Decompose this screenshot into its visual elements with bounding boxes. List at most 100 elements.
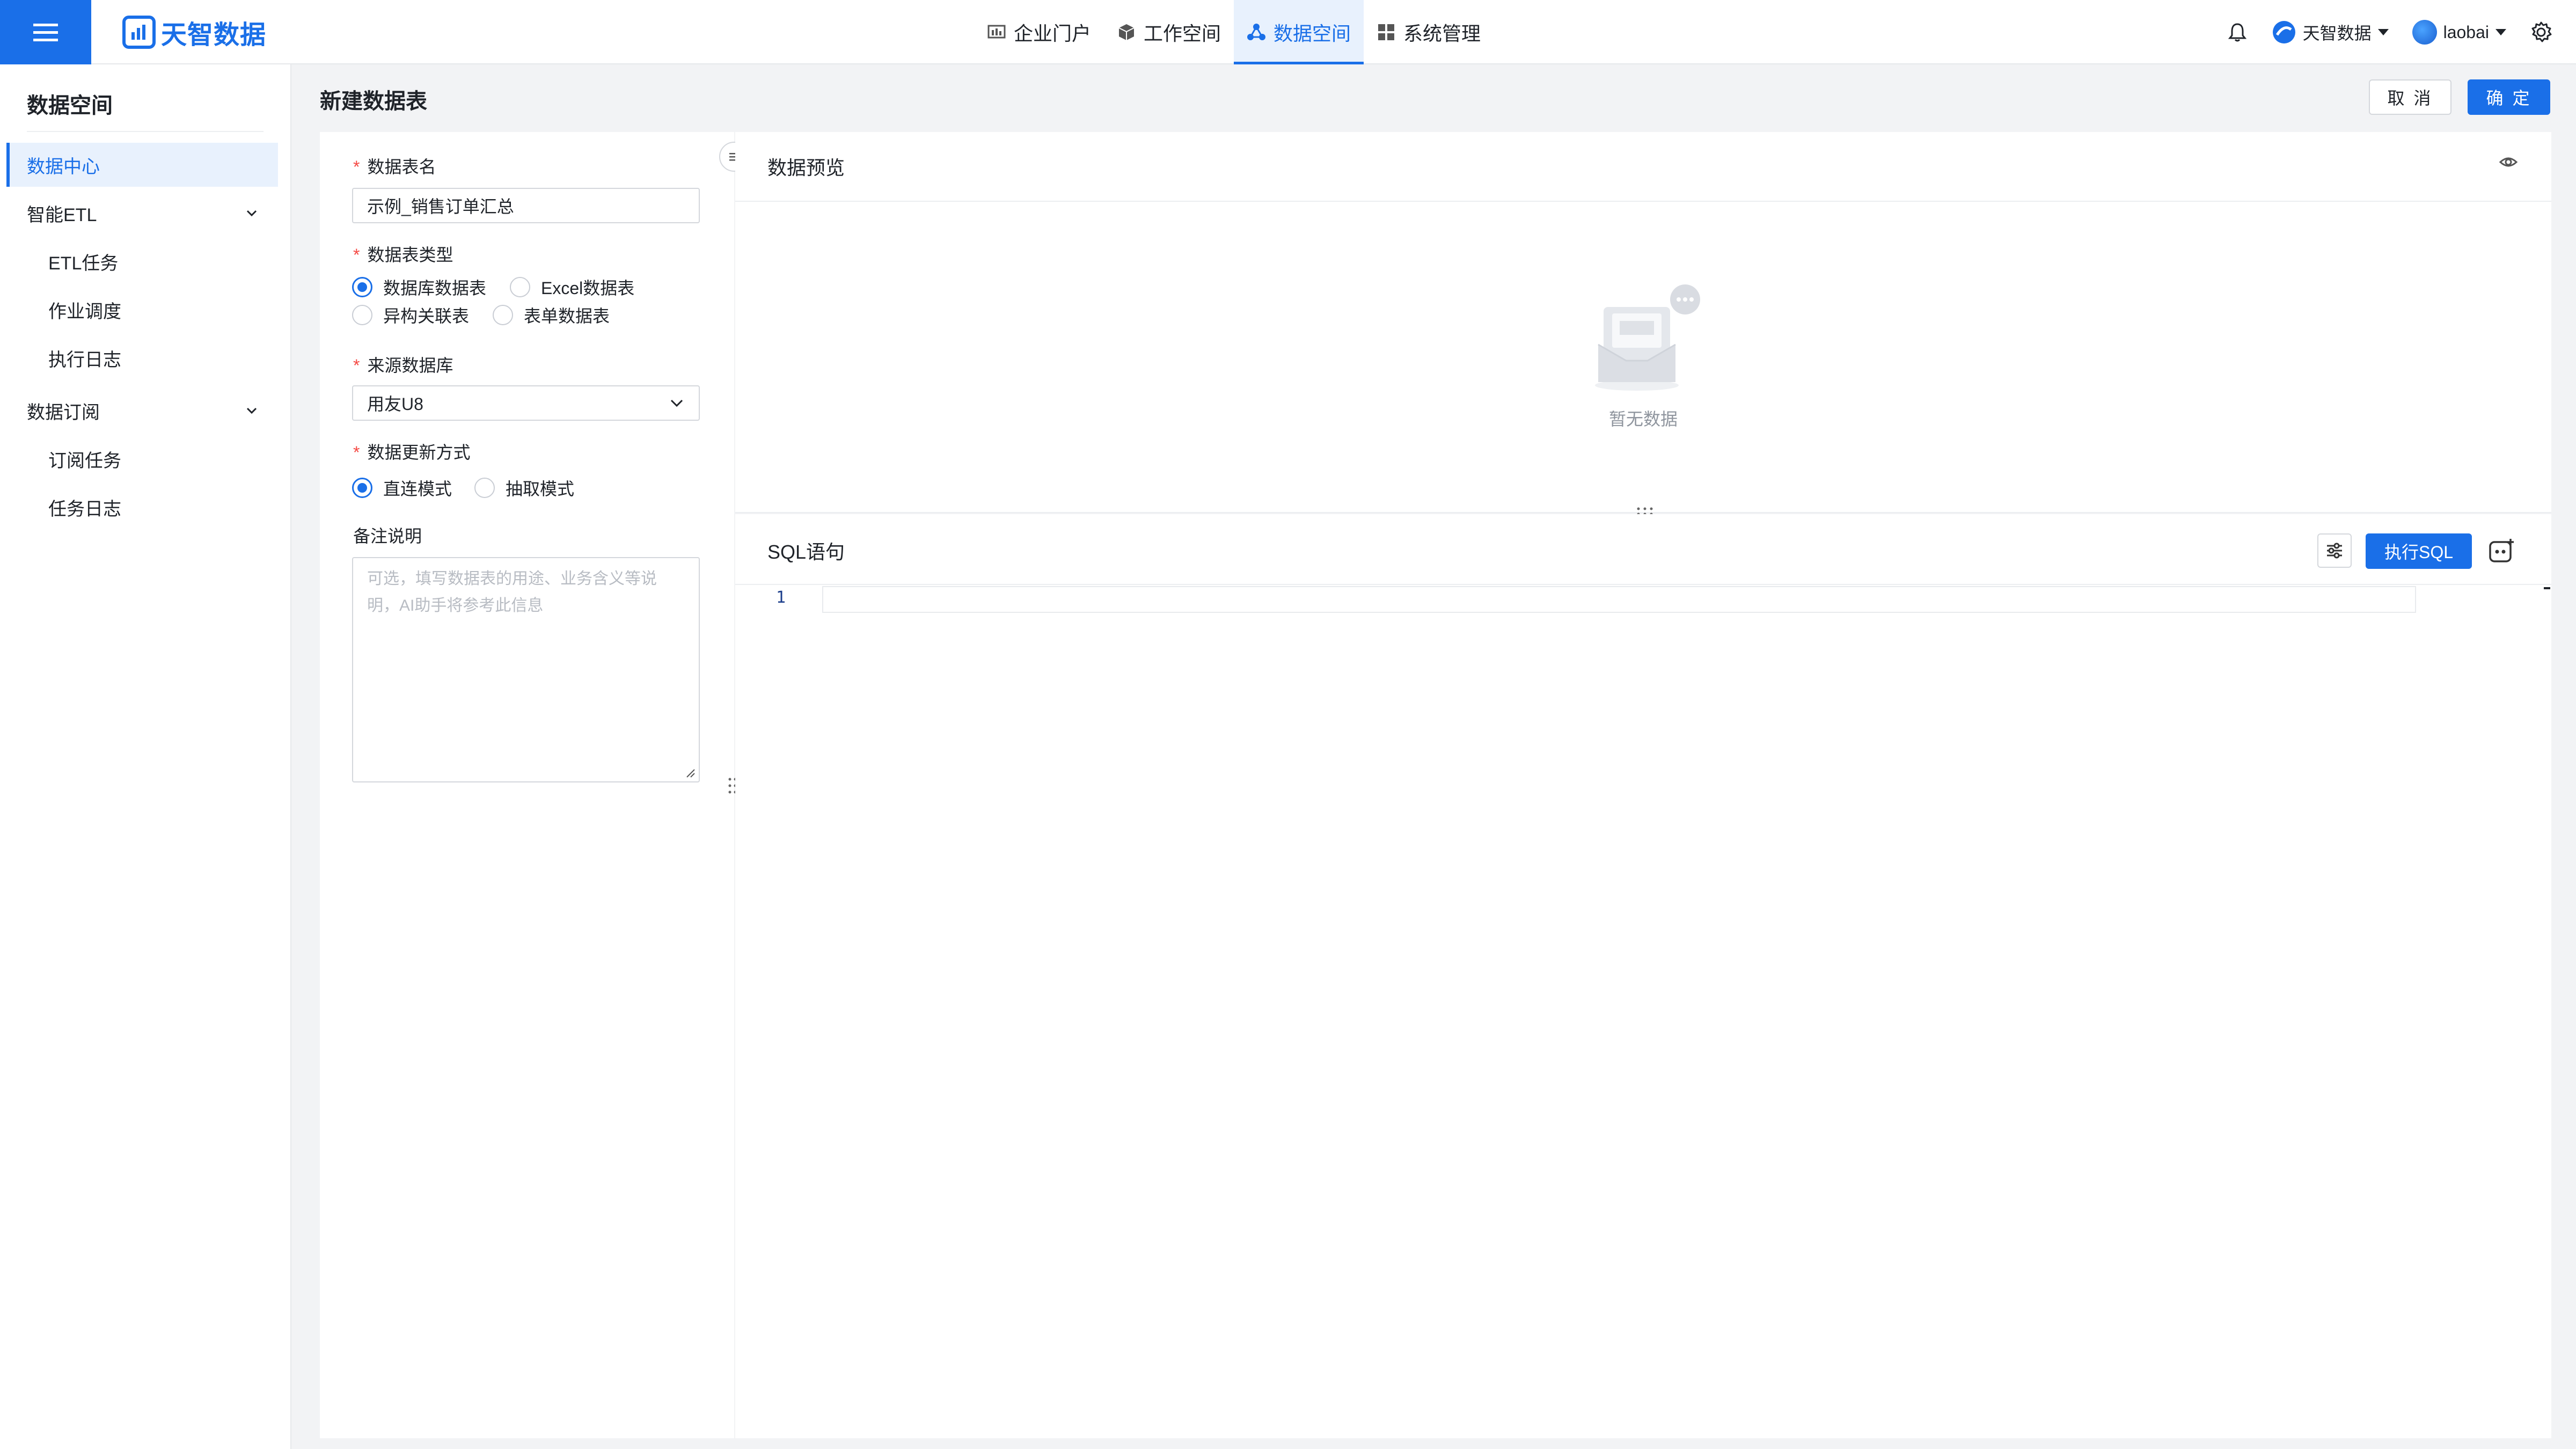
remark-label: 备注说明 xyxy=(353,526,422,546)
nav-label: 企业门户 xyxy=(1014,23,1092,45)
preview-title: 数据预览 xyxy=(767,157,845,179)
radio-unchecked-icon xyxy=(474,478,495,498)
nav-label: 工作空间 xyxy=(1144,23,1221,45)
cube-icon xyxy=(1118,24,1135,40)
remark-textarea[interactable]: 可选，填写数据表的用途、业务含义等说明，AI助手将参考此信息 xyxy=(352,557,700,782)
nav-system-admin[interactable]: 系统管理 xyxy=(1364,0,1494,64)
chevron-down-icon xyxy=(670,399,683,407)
empty-inbox-icon xyxy=(1595,284,1700,391)
nav-data-space[interactable]: 数据空间 xyxy=(1234,0,1364,64)
preview-divider xyxy=(735,201,2551,202)
logo-text: 天智数据 xyxy=(161,21,267,49)
app-logo[interactable]: 天智数据 xyxy=(122,14,266,50)
chevron-down-icon xyxy=(246,210,257,217)
avatar xyxy=(2412,20,2437,45)
page-title: 新建数据表 xyxy=(320,90,427,113)
radio-label: 抽取模式 xyxy=(506,479,575,499)
remark-placeholder: 可选，填写数据表的用途、业务含义等说明，AI助手将参考此信息 xyxy=(367,570,657,614)
sidebar-item-label: 执行日志 xyxy=(48,349,121,370)
top-header: 天智数据 企业门户 工作空间 数据空间 系统管理 天智数据 laobai xyxy=(0,0,2576,64)
nav-label: 系统管理 xyxy=(1403,23,1481,45)
radio-form-table[interactable]: 表单数据表 xyxy=(493,303,610,327)
caret-down-icon xyxy=(2496,29,2506,35)
update-mode-radio-group: 直连模式 抽取模式 xyxy=(352,475,574,500)
table-name-label: * 数据表名 xyxy=(353,157,436,177)
sql-format-button[interactable] xyxy=(2317,533,2352,568)
radio-unchecked-icon xyxy=(352,305,372,325)
sidebar-title: 数据空间 xyxy=(27,94,113,118)
run-sql-button[interactable]: 执行SQL xyxy=(2366,533,2472,569)
user-name: laobai xyxy=(2443,22,2489,42)
radio-database-table[interactable]: 数据库数据表 xyxy=(352,275,510,299)
share-nodes-icon xyxy=(1247,24,1266,40)
cancel-button[interactable]: 取 消 xyxy=(2369,79,2451,115)
sidebar-item-label: 数据订阅 xyxy=(27,402,100,423)
table-type-radio-group: 数据库数据表 Excel数据表 xyxy=(352,275,634,299)
sidebar: 数据空间 数据中心 智能ETL ETL任务 作业调度 执行日志 数据订阅 订阅任… xyxy=(0,64,291,1449)
chevron-down-icon xyxy=(246,407,257,414)
sidebar-item-data-subscription[interactable]: 数据订阅 xyxy=(6,389,278,433)
sidebar-item-label: 任务日志 xyxy=(48,499,121,519)
radio-excel-table[interactable]: Excel数据表 xyxy=(510,275,634,299)
caret-down-icon xyxy=(2377,29,2389,35)
source-db-select[interactable]: 用友U8 xyxy=(352,385,700,421)
source-db-label: * 来源数据库 xyxy=(353,356,453,375)
sidebar-item-label: ETL任务 xyxy=(48,253,119,274)
sidebar-item-etl-task[interactable]: ETL任务 xyxy=(6,239,278,283)
radio-label: Excel数据表 xyxy=(541,279,635,298)
dashboard-icon xyxy=(987,25,1006,39)
table-type-radio-group-row2: 异构关联表 表单数据表 xyxy=(352,303,610,327)
nav-label: 数据空间 xyxy=(1274,23,1351,45)
sql-toolbar-divider xyxy=(735,584,2551,585)
table-name-value: 示例_销售订单汇总 xyxy=(367,197,514,216)
sidebar-item-job-schedule[interactable]: 作业调度 xyxy=(6,288,278,332)
menu-toggle-button[interactable] xyxy=(0,0,91,64)
radio-label: 异构关联表 xyxy=(383,306,470,326)
radio-label: 直连模式 xyxy=(383,479,452,499)
table-type-label: * 数据表类型 xyxy=(353,245,453,265)
sidebar-item-subscription-task[interactable]: 订阅任务 xyxy=(6,437,278,481)
eye-icon[interactable] xyxy=(2499,152,2518,172)
hamburger-icon xyxy=(33,24,58,41)
settings-button[interactable] xyxy=(2530,21,2552,43)
main-nav: 企业门户 工作空间 数据空间 系统管理 xyxy=(974,0,1494,64)
user-menu[interactable]: laobai xyxy=(2412,20,2506,45)
notification-button[interactable] xyxy=(2227,21,2248,43)
source-db-value: 用友U8 xyxy=(367,394,423,414)
scrollbar-marker xyxy=(2544,587,2550,589)
confirm-button[interactable]: 确 定 xyxy=(2468,79,2550,115)
sidebar-item-smart-etl[interactable]: 智能ETL xyxy=(6,191,278,235)
sql-title: SQL语句 xyxy=(767,541,845,563)
header-actions: 天智数据 laobai xyxy=(2203,0,2552,64)
org-label: 天智数据 xyxy=(2302,24,2372,43)
sidebar-item-label: 订阅任务 xyxy=(48,450,121,471)
sidebar-item-label: 智能ETL xyxy=(27,204,97,225)
nav-workspace[interactable]: 工作空间 xyxy=(1104,0,1234,64)
radio-label: 表单数据表 xyxy=(524,306,610,326)
sidebar-item-data-center[interactable]: 数据中心 xyxy=(6,143,278,187)
radio-unchecked-icon xyxy=(510,277,530,297)
radio-unchecked-icon xyxy=(493,305,513,325)
bell-icon xyxy=(2228,23,2246,42)
nav-enterprise-portal[interactable]: 企业门户 xyxy=(974,0,1104,64)
radio-extract-mode[interactable]: 抽取模式 xyxy=(474,475,574,500)
sql-editor-panel: SQL语句 执行SQL 1 xyxy=(735,514,2551,1438)
sql-code-input[interactable] xyxy=(822,586,2416,613)
org-logo-icon xyxy=(2272,21,2295,43)
resize-grip-icon[interactable] xyxy=(684,766,696,778)
radio-checked-icon xyxy=(352,478,372,498)
radio-direct-mode[interactable]: 直连模式 xyxy=(352,475,474,500)
radio-checked-icon xyxy=(352,277,372,297)
sidebar-item-task-log[interactable]: 任务日志 xyxy=(6,485,278,529)
table-form-panel: * 数据表名 示例_销售订单汇总 * 数据表类型 数据库数据表 Excel数据表 异… xyxy=(320,132,734,1438)
org-switcher[interactable]: 天智数据 xyxy=(2272,20,2389,45)
sidebar-item-label: 数据中心 xyxy=(27,156,100,177)
empty-text: 暂无数据 xyxy=(1608,409,1678,429)
gear-icon xyxy=(2531,21,2552,42)
ai-assistant-icon[interactable] xyxy=(2487,536,2517,566)
sidebar-divider xyxy=(27,131,264,132)
radio-heterogeneous-table[interactable]: 异构关联表 xyxy=(352,303,493,327)
grid-icon xyxy=(1378,24,1395,40)
sidebar-item-exec-log[interactable]: 执行日志 xyxy=(6,336,278,380)
table-name-input[interactable]: 示例_销售订单汇总 xyxy=(352,188,700,223)
